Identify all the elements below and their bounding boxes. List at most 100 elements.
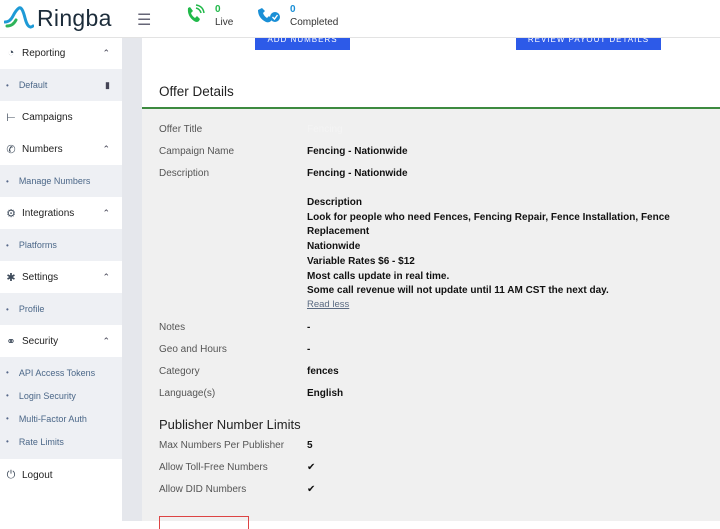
campaign-name-value: Fencing - Nationwide (307, 146, 408, 157)
top-bar: Ringba ☰ 0 Live 0 Completed (0, 0, 720, 38)
completed-count: 0 (290, 4, 296, 15)
key-icon: ⚭ (6, 335, 16, 348)
sidebar-item-label: Settings (22, 271, 59, 283)
main-content: ADD NUMBERS REVIEW PAYOUT DETAILS Offer … (142, 37, 720, 529)
sidebar-subitem-rate-limits[interactable]: • Rate Limits (0, 430, 122, 453)
check-icon: ✔ (307, 462, 316, 473)
publisher-limits-title: Publisher Number Limits (159, 417, 301, 432)
phone-icon: ✆ (6, 143, 16, 156)
category-value: fences (307, 366, 339, 377)
sidebar-item-security[interactable]: ⚭ Security ⌃ (0, 325, 122, 357)
sidebar-item-label: Security (22, 335, 59, 347)
sidebar-item-label: Integrations (22, 207, 75, 219)
sidebar-subitem-label: Default (18, 80, 48, 90)
campaign-name-label: Campaign Name (159, 146, 235, 157)
live-phone-icon (187, 4, 205, 22)
chevron-up-icon: ⌃ (102, 207, 110, 218)
logo-text: Ringba (37, 4, 112, 31)
menu-toggle-icon[interactable]: ☰ (137, 10, 151, 30)
description-line: Variable Rates $6 - $12 (307, 255, 415, 267)
offer-title-value: Fencing (307, 124, 343, 135)
completed-label: Completed (290, 17, 339, 28)
security-submenu: • API Access Tokens • Login Security • M… (0, 357, 122, 459)
sidebar-subitem-api-access-tokens[interactable]: • API Access Tokens (0, 361, 122, 384)
max-numbers-label: Max Numbers Per Publisher (159, 440, 285, 451)
bullet-icon: • (6, 368, 9, 377)
category-label: Category (159, 366, 200, 377)
description-line: Nationwide (307, 241, 361, 253)
pie-chart-icon: ◔ (7, 47, 15, 59)
chevron-up-icon: ⌃ (102, 47, 110, 58)
live-count: 0 (215, 4, 221, 15)
description-label: Description (159, 168, 210, 179)
sidebar-item-numbers[interactable]: ✆ Numbers ⌃ (0, 133, 122, 165)
sidebar-subitem-label: Multi-Factor Auth (18, 413, 87, 424)
live-calls-stat[interactable]: 0 Live (183, 4, 233, 29)
sidebar-subitem-profile[interactable]: • Profile (0, 293, 122, 325)
sidebar-item-label: Numbers (22, 143, 63, 155)
bullet-icon: • (6, 437, 9, 446)
sidebar-subitem-manage-numbers[interactable]: • Manage Numbers (0, 165, 122, 197)
sidebar-subitem-multi-factor-auth[interactable]: • Multi-Factor Auth (0, 407, 122, 430)
sitemap-icon: ⊢ (6, 111, 16, 124)
sidebar-subitem-label: Manage Numbers (18, 176, 91, 186)
review-payout-details-button[interactable]: REVIEW PAYOUT DETAILS (516, 37, 661, 50)
allow-toll-free-label: Allow Toll-Free Numbers (159, 462, 268, 473)
description-line: Description (307, 197, 363, 208)
bullet-icon: • (6, 240, 9, 250)
live-label: Live (215, 17, 234, 28)
offer-details-panel: Offer Title Fencing Campaign Name Fencin… (142, 109, 720, 529)
allow-did-label: Allow DID Numbers (159, 484, 247, 495)
sidebar-item-logout[interactable]: ⏻ Logout (0, 459, 122, 491)
bullet-icon: • (6, 80, 9, 90)
sidebar-subitem-platforms[interactable]: • Platforms (0, 229, 122, 261)
notes-value: - (307, 322, 311, 333)
completed-calls-stat[interactable]: 0 Completed (256, 4, 338, 29)
sidebar-item-label: Logout (22, 469, 53, 481)
ringba-wave-icon (4, 6, 34, 29)
languages-value: English (307, 388, 344, 399)
bullet-icon: • (6, 304, 9, 314)
max-numbers-value: 5 (307, 440, 313, 451)
read-less-link[interactable]: Read less (307, 299, 349, 310)
notes-label: Notes (159, 322, 186, 333)
gear-icon: ✱ (6, 271, 16, 284)
description-full-text: Description Look for people who need Fen… (307, 196, 707, 299)
bullet-icon: • (6, 414, 9, 423)
document-icon[interactable]: ▮ (105, 80, 110, 91)
offer-details-title: Offer Details (159, 84, 234, 99)
geo-hours-value: - (307, 344, 311, 355)
sidebar-item-settings[interactable]: ✱ Settings ⌃ (0, 261, 122, 293)
check-icon: ✔ (307, 484, 316, 495)
sidebar: ◔ Reporting ⌃ • Default ▮ ⊢ Campaigns ✆ … (0, 37, 122, 521)
sidebar-gutter (122, 37, 142, 521)
action-button-partial[interactable] (159, 516, 249, 529)
description-line: Most calls update in real time. (307, 270, 450, 282)
sidebar-subitem-default[interactable]: • Default ▮ (0, 69, 122, 101)
sidebar-item-integrations[interactable]: ⚙ Integrations ⌃ (0, 197, 122, 229)
geo-hours-label: Geo and Hours (159, 344, 227, 355)
description-line: Some call revenue will not update until … (307, 285, 609, 297)
sidebar-item-campaigns[interactable]: ⊢ Campaigns (0, 101, 122, 133)
languages-label: Language(s) (159, 388, 216, 399)
add-numbers-button[interactable]: ADD NUMBERS (255, 37, 350, 50)
offer-title-label: Offer Title (159, 124, 203, 135)
power-icon: ⏻ (6, 468, 16, 481)
sidebar-subitem-label: Rate Limits (18, 436, 64, 447)
bullet-icon: • (6, 391, 9, 400)
gears-icon: ⚙ (6, 207, 16, 220)
sidebar-item-reporting[interactable]: ◔ Reporting ⌃ (0, 37, 122, 69)
ringba-logo[interactable]: Ringba (4, 2, 112, 34)
bullet-icon: • (6, 176, 9, 186)
chevron-up-icon: ⌃ (102, 143, 110, 154)
sidebar-subitem-login-security[interactable]: • Login Security (0, 384, 122, 407)
sidebar-subitem-label: Profile (18, 304, 45, 314)
completed-phone-icon (258, 8, 280, 23)
description-line: Look for people who need Fences, Fencing… (307, 211, 670, 238)
sidebar-subitem-label: Platforms (18, 240, 57, 250)
chevron-up-icon: ⌃ (102, 335, 110, 346)
description-value: Fencing - Nationwide (307, 168, 408, 179)
sidebar-item-label: Campaigns (22, 111, 73, 123)
sidebar-subitem-label: API Access Tokens (18, 367, 96, 378)
chevron-up-icon: ⌃ (102, 271, 110, 282)
